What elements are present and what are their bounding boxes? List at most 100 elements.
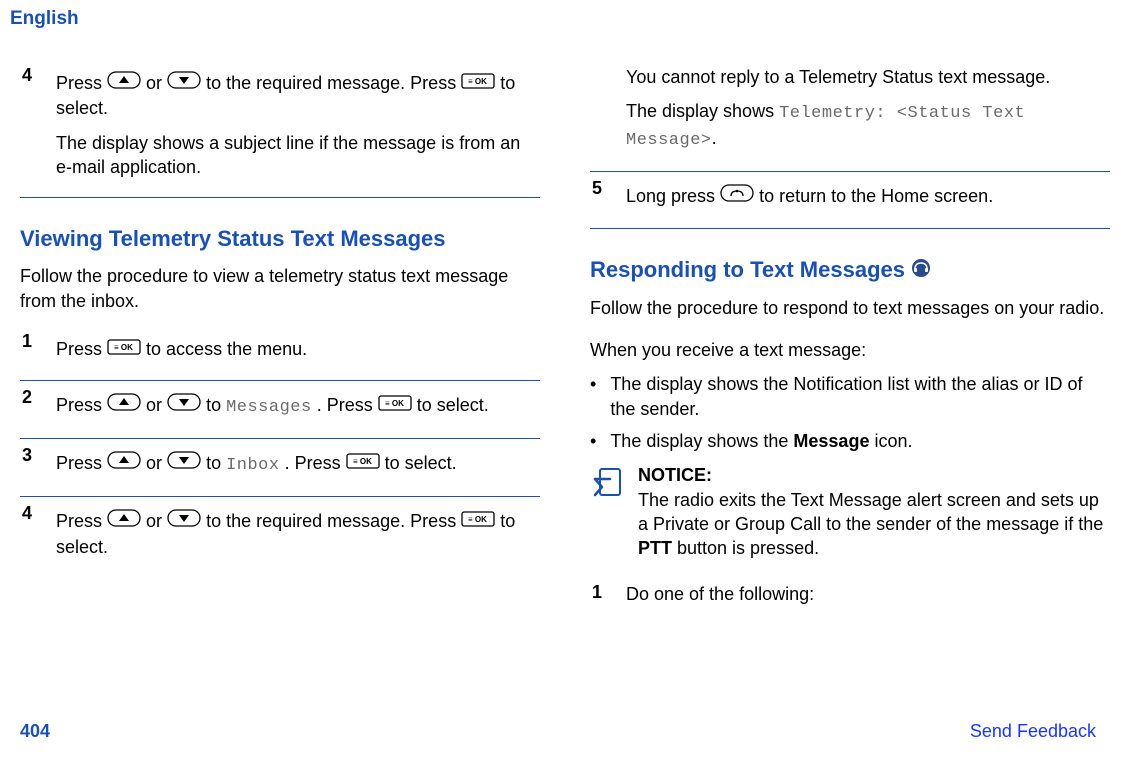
step-body: Press or to Inbox . Press ≡ OK to selec bbox=[56, 445, 540, 488]
svg-text:≡ OK: ≡ OK bbox=[114, 343, 133, 352]
notice-icon bbox=[590, 463, 626, 560]
step-body: Long press to return to the Home screen. bbox=[626, 178, 1110, 219]
text: button is pressed. bbox=[672, 538, 819, 558]
step-number: 2 bbox=[20, 387, 46, 430]
text: . Press bbox=[317, 395, 378, 415]
language-header: English bbox=[10, 8, 1112, 30]
ok-button-icon: ≡ OK bbox=[461, 71, 495, 95]
section-desc: Follow the procedure to respond to text … bbox=[590, 296, 1110, 320]
ok-button-icon: ≡ OK bbox=[378, 393, 412, 417]
telemetry-step-4: 4 Press or to the required message. Pres… bbox=[20, 503, 540, 569]
divider bbox=[20, 496, 540, 497]
text: to the required message. Press bbox=[206, 511, 461, 531]
text: The radio exits the Text Message alert s… bbox=[638, 490, 1103, 534]
text: icon. bbox=[869, 431, 912, 451]
left-column: 4 Press or to the required message. Pres… bbox=[20, 65, 540, 623]
telemetry-step-1: 1 Press ≡ OK to access the menu. bbox=[20, 331, 540, 372]
up-button-icon bbox=[107, 393, 141, 417]
page-number: 404 bbox=[20, 721, 50, 742]
text: to access the menu. bbox=[146, 339, 307, 359]
bold-text: PTT bbox=[638, 538, 672, 558]
step-note: The display shows a subject line if the … bbox=[56, 131, 540, 180]
text: or bbox=[146, 453, 167, 473]
text: The display shows bbox=[626, 101, 779, 121]
text: or bbox=[146, 73, 167, 93]
headset-icon bbox=[911, 258, 931, 284]
spacer bbox=[590, 65, 616, 163]
text: or bbox=[146, 395, 167, 415]
text: to bbox=[206, 453, 226, 473]
send-feedback-link[interactable]: Send Feedback bbox=[970, 721, 1096, 742]
section-title-responding: Responding to Text Messages bbox=[590, 257, 1110, 284]
step-body: Do one of the following: bbox=[626, 582, 1110, 616]
ok-button-icon: ≡ OK bbox=[346, 451, 380, 475]
step-number: 1 bbox=[20, 331, 46, 372]
text: Press bbox=[56, 511, 107, 531]
bullet-dot: • bbox=[590, 372, 596, 421]
text: to return to the Home screen. bbox=[759, 186, 993, 206]
notice-block: NOTICE: The radio exits the Text Message… bbox=[590, 463, 1110, 560]
bullet-dot: • bbox=[590, 429, 596, 453]
down-button-icon bbox=[167, 71, 201, 95]
text: or bbox=[146, 511, 167, 531]
step-number: 4 bbox=[20, 503, 46, 569]
step-body: Press or to the required message. Press … bbox=[56, 65, 540, 189]
svg-text:≡ OK: ≡ OK bbox=[353, 457, 372, 466]
text: Do one of the following: bbox=[626, 582, 1110, 606]
svg-text:≡ OK: ≡ OK bbox=[385, 399, 404, 408]
mono-text: Messages bbox=[226, 398, 312, 417]
down-button-icon bbox=[167, 509, 201, 533]
divider bbox=[590, 228, 1110, 229]
bullet-1: • The display shows the Notification lis… bbox=[590, 372, 1110, 421]
footer: 404 Send Feedback bbox=[20, 721, 1096, 742]
notice-label: NOTICE: bbox=[638, 465, 712, 485]
mono-text: Inbox bbox=[226, 456, 280, 475]
step-body: Press ≡ OK to access the menu. bbox=[56, 331, 540, 372]
home-button-icon bbox=[720, 184, 754, 208]
step-4-top: 4 Press or to the required message. Pres… bbox=[20, 65, 540, 189]
section-title-telemetry: Viewing Telemetry Status Text Messages bbox=[20, 226, 540, 252]
bold-text: Message bbox=[793, 431, 869, 451]
text: Press bbox=[56, 73, 107, 93]
up-button-icon bbox=[107, 71, 141, 95]
telemetry-step-3: 3 Press or to Inbox . Press ≡ OK bbox=[20, 445, 540, 488]
step-number: 4 bbox=[20, 65, 46, 189]
divider bbox=[20, 438, 540, 439]
svg-text:≡ OK: ≡ OK bbox=[468, 515, 487, 524]
step-number: 5 bbox=[590, 178, 616, 219]
text: Press bbox=[56, 453, 107, 473]
bullet-text: The display shows the Notification list … bbox=[610, 372, 1110, 421]
title-text: Responding to Text Messages bbox=[590, 257, 911, 282]
step-continuation: You cannot reply to a Telemetry Status t… bbox=[590, 65, 1110, 163]
svg-text:≡ OK: ≡ OK bbox=[468, 77, 487, 86]
divider bbox=[20, 380, 540, 381]
text: Long press bbox=[626, 186, 720, 206]
right-column: You cannot reply to a Telemetry Status t… bbox=[590, 65, 1110, 623]
step-body: You cannot reply to a Telemetry Status t… bbox=[626, 65, 1110, 163]
text: . bbox=[712, 128, 717, 148]
step-body: Press or to the required message. Press … bbox=[56, 503, 540, 569]
bullet-text: The display shows the Message icon. bbox=[610, 429, 912, 453]
when-receive: When you receive a text message: bbox=[590, 338, 1110, 362]
up-button-icon bbox=[107, 451, 141, 475]
text: Press bbox=[56, 395, 107, 415]
respond-step-1: 1 Do one of the following: bbox=[590, 582, 1110, 616]
notice-body: NOTICE: The radio exits the Text Message… bbox=[638, 463, 1110, 560]
content-columns: 4 Press or to the required message. Pres… bbox=[20, 65, 1112, 623]
divider bbox=[20, 197, 540, 198]
divider bbox=[590, 171, 1110, 172]
telemetry-step-2: 2 Press or to Messages . Press ≡ OK bbox=[20, 387, 540, 430]
step-body: Press or to Messages . Press ≡ OK to se bbox=[56, 387, 540, 430]
ok-button-icon: ≡ OK bbox=[107, 337, 141, 361]
text: You cannot reply to a Telemetry Status t… bbox=[626, 65, 1110, 89]
text: to the required message. Press bbox=[206, 73, 461, 93]
step-number: 1 bbox=[590, 582, 616, 616]
down-button-icon bbox=[167, 451, 201, 475]
down-button-icon bbox=[167, 393, 201, 417]
step-number: 3 bbox=[20, 445, 46, 488]
text: The display shows the bbox=[610, 431, 793, 451]
text: Press bbox=[56, 339, 107, 359]
ok-button-icon: ≡ OK bbox=[461, 509, 495, 533]
text: to bbox=[206, 395, 226, 415]
text: to select. bbox=[385, 453, 457, 473]
